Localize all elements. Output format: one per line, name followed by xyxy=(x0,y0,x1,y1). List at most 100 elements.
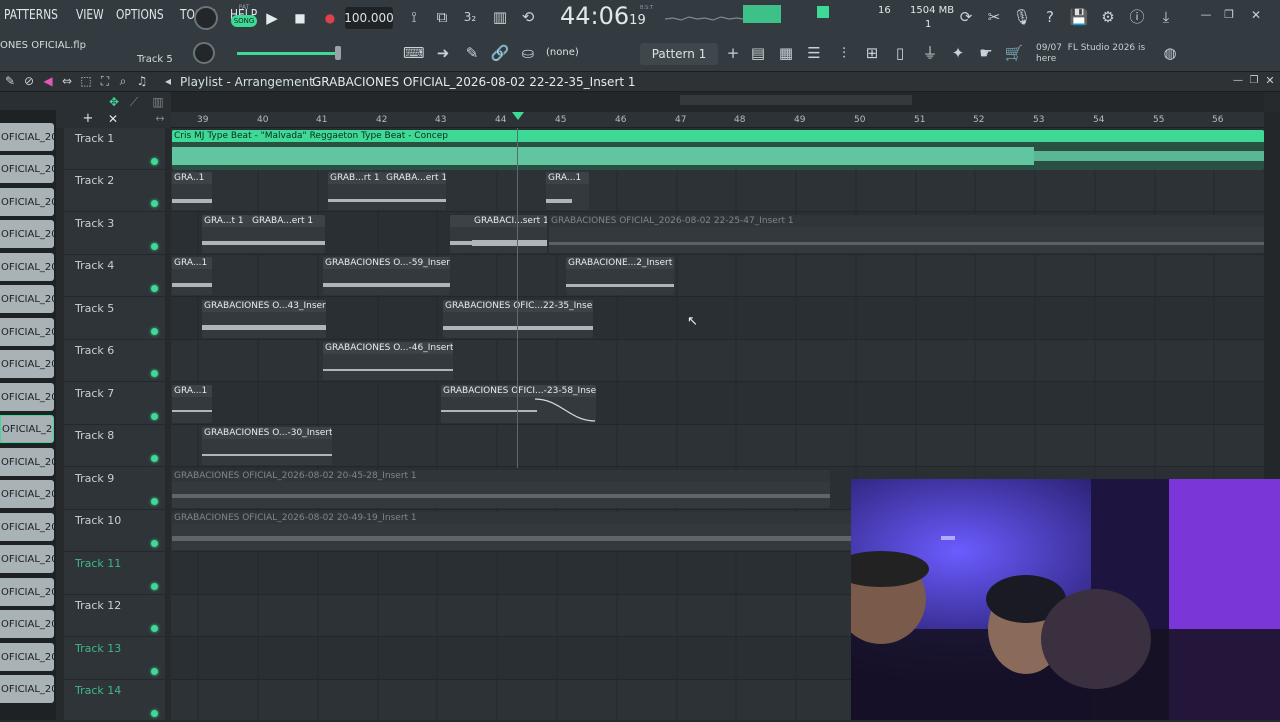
globe-icon[interactable]: ◍ xyxy=(1160,44,1180,64)
browser-item[interactable]: OFICIAL_20.. xyxy=(0,643,54,671)
help-icon[interactable]: ? xyxy=(1040,8,1060,28)
browser-item[interactable]: OFICIAL_20.. xyxy=(0,610,54,638)
file-icon[interactable]: ▯ xyxy=(890,44,910,64)
track-header[interactable]: Track 1 xyxy=(64,128,165,170)
menu-patterns[interactable]: PATTERNS xyxy=(4,8,58,23)
browser-item[interactable]: OFICIAL_20.. xyxy=(0,448,54,476)
browser-item[interactable]: OFICIAL_20.. xyxy=(0,253,54,281)
track-header[interactable]: Track 8 xyxy=(64,425,165,467)
metronome-icon[interactable]: ⟟ xyxy=(404,8,424,28)
browser-item[interactable]: OFICIAL_20.. xyxy=(0,155,54,183)
none-label[interactable]: (none) xyxy=(546,47,579,58)
track-header[interactable]: Track 3 xyxy=(64,213,165,255)
track-header[interactable]: Track 10 xyxy=(64,510,165,552)
audio-clip[interactable]: GRA...1 xyxy=(172,257,212,295)
track-header[interactable]: Track 12 xyxy=(64,595,165,637)
tool-slip-icon[interactable]: ⇔ xyxy=(57,72,77,92)
track-mute-led[interactable] xyxy=(151,413,158,420)
tool-pencil-icon[interactable]: ✎ xyxy=(0,72,20,92)
master-pitch-knob[interactable] xyxy=(193,42,215,64)
channel-rack-icon[interactable]: ☰ xyxy=(804,44,824,64)
audio-clip[interactable]: GRA..1 xyxy=(172,172,212,210)
track-header[interactable]: Track 5 xyxy=(64,298,165,340)
audio-clip-beat[interactable]: Cris MJ Type Beat - "Malvada" Reggaeton … xyxy=(172,130,1264,170)
browser-item[interactable]: OFICIAL_20.. xyxy=(0,285,54,313)
timeline-ruler[interactable]: 39 40 41 42 43 44 45 46 47 48 49 50 51 5… xyxy=(171,112,1264,128)
link-icon[interactable]: 🔗 xyxy=(490,44,510,64)
audio-clip[interactable]: GRA...1 xyxy=(172,385,212,423)
slider-handle[interactable] xyxy=(335,46,341,60)
playlist-breadcrumb[interactable]: GRABACIONES OFICIAL_2026-08-02 22-22-35_… xyxy=(312,75,636,89)
audio-clip[interactable]: GRABACIONES O...-46_Insert 1 xyxy=(323,342,453,380)
resize-icon[interactable]: ↔ xyxy=(150,110,170,130)
audio-clip[interactable]: GRABACIONES O...43_Insert 1 xyxy=(202,300,326,338)
cart-icon[interactable]: 🛒 xyxy=(1004,44,1024,64)
browser-icon[interactable]: ⊞ xyxy=(862,44,882,64)
record-icon[interactable]: ● xyxy=(320,9,340,29)
browser-item[interactable]: OFICIAL_20.. xyxy=(0,480,54,508)
browser-item-selected[interactable]: OFICIAL_20.. xyxy=(0,415,54,443)
remove-icon[interactable]: ✕ xyxy=(103,110,123,130)
track-header[interactable]: Track 6 xyxy=(64,340,165,382)
close-icon[interactable]: ✕ xyxy=(1246,6,1266,26)
touch-icon[interactable]: ☛ xyxy=(976,44,996,64)
track-mute-led[interactable] xyxy=(151,625,158,632)
mixer-icon[interactable]: ⫶ xyxy=(834,44,854,64)
arrow-right-icon[interactable]: ➜ xyxy=(433,44,453,64)
audio-clip[interactable]: GRABACIONES O...-59_Insert 1 xyxy=(323,257,450,295)
menu-options[interactable]: OPTIONS xyxy=(116,8,164,23)
track-mute-led[interactable] xyxy=(151,455,158,462)
audio-clip[interactable]: GRABACIONE...2_Insert 1 xyxy=(566,257,674,295)
track-mute-led[interactable] xyxy=(151,498,158,505)
track-header[interactable]: Track 4 xyxy=(64,255,165,297)
audio-clip[interactable]: GRABA...ert 1 xyxy=(384,172,446,210)
menu-view[interactable]: VIEW xyxy=(76,8,104,23)
track-mute-led[interactable] xyxy=(151,285,158,292)
track-header[interactable]: Track 14 xyxy=(64,680,165,722)
plugin-icon[interactable]: ⚙ xyxy=(1098,8,1118,28)
browser-item[interactable]: OFICIAL_20.. xyxy=(0,513,54,541)
track-mute-led[interactable] xyxy=(151,158,158,165)
tool-audio-icon[interactable]: ♫ xyxy=(132,72,152,92)
browser-item[interactable]: OFICIAL_20.. xyxy=(0,545,54,573)
loop-record-icon[interactable]: ⟲ xyxy=(518,8,538,28)
audio-clip[interactable]: GRABACIONES O...-30_Insert 1 xyxy=(202,427,332,465)
add-pattern-icon[interactable]: + xyxy=(723,44,743,64)
tool-mute-icon[interactable]: ⊘ xyxy=(19,72,39,92)
track-mute-led[interactable] xyxy=(151,370,158,377)
step-edit-icon[interactable]: ▥ xyxy=(490,8,510,28)
audio-clip[interactable]: GRA...t 1 xyxy=(202,215,250,253)
audio-clip[interactable]: GRABACI...sert 1 xyxy=(472,215,547,253)
undo-icon[interactable]: ⟳ xyxy=(956,8,976,28)
tempo-display[interactable]: 100.000 xyxy=(344,7,394,29)
track-mute-led[interactable] xyxy=(151,668,158,675)
browser-item[interactable]: OFICIAL_20.. xyxy=(0,188,54,216)
minimize-icon[interactable]: — xyxy=(1196,6,1216,26)
audio-clip-muted[interactable]: GRABACIONES OFICIAL_2026-08-02 22-25-47_… xyxy=(549,215,1264,253)
pl-close-icon[interactable]: ✕ xyxy=(1260,72,1280,92)
master-volume-slider[interactable] xyxy=(237,52,340,55)
audio-clip[interactable]: GRAB...rt 1 xyxy=(328,172,384,210)
audio-clip[interactable] xyxy=(450,215,472,253)
audio-clip[interactable]: GRABACIONES OFIC...22-35_Insert 1 xyxy=(443,300,593,338)
browser-item[interactable]: OFICIAL_20.. xyxy=(0,318,54,346)
track-mute-led[interactable] xyxy=(151,243,158,250)
tool-zoom-icon[interactable]: ⌕ xyxy=(113,72,133,92)
pattern-select-icon[interactable]: ⟋ xyxy=(124,93,144,113)
browser-item[interactable]: OFICIAL_20.. xyxy=(0,675,54,703)
pat-song-switch[interactable]: PAT SONG xyxy=(231,4,257,34)
wand-icon[interactable]: ✦ xyxy=(948,44,968,64)
browser-item[interactable]: OFICIAL_20.. xyxy=(0,383,54,411)
track-mute-led[interactable] xyxy=(151,200,158,207)
countdown-icon[interactable]: 3₂ xyxy=(460,8,480,28)
audio-clip[interactable]: GRA...1 xyxy=(546,172,589,210)
playhead-marker[interactable] xyxy=(512,112,524,120)
download-icon[interactable]: ⤓ xyxy=(1156,8,1176,28)
track-header[interactable]: Track 9 xyxy=(64,468,165,510)
stop-icon[interactable]: ■ xyxy=(290,9,310,29)
keyboard-icon[interactable]: ⌨ xyxy=(403,44,425,64)
play-icon[interactable]: ▶ xyxy=(262,9,282,29)
audio-clip[interactable]: GRABACIONES OFICI...-23-58_Insert 1 xyxy=(441,385,596,423)
track-header[interactable]: Track 13 xyxy=(64,638,165,680)
tool-select-icon[interactable]: ⬚ xyxy=(76,72,96,92)
